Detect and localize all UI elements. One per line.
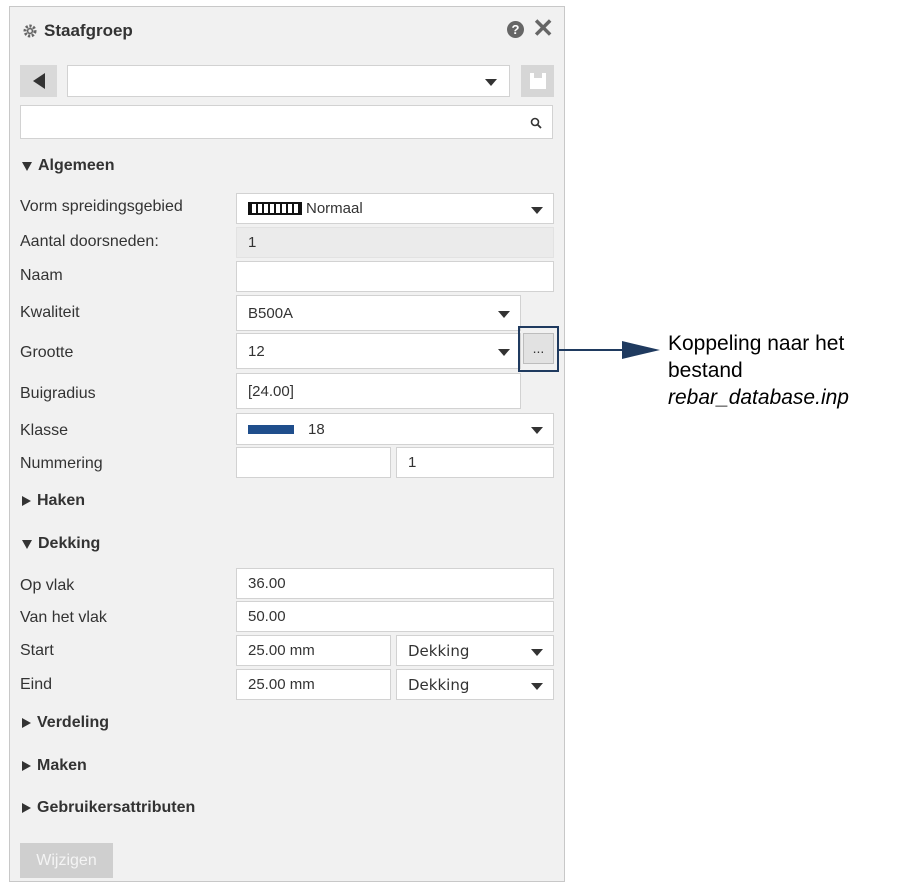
- section-gebruikersattributen[interactable]: Gebruikersattributen: [22, 799, 195, 817]
- kwaliteit-value: B500A: [248, 304, 294, 322]
- grootte-value: 12: [248, 342, 265, 360]
- nummering-label: Nummering: [20, 455, 103, 472]
- section-algemeen-label: Algemeen: [38, 157, 115, 174]
- section-verdeling[interactable]: Verdeling: [22, 714, 109, 732]
- eind-label: Eind: [20, 676, 53, 693]
- start-input[interactable]: 25.00 mm: [236, 635, 391, 666]
- section-gebruikersattributen-label: Gebruikersattributen: [37, 799, 196, 816]
- klasse-color-swatch: [248, 424, 294, 434]
- collapsed-arrow-icon: [22, 718, 31, 728]
- op-vlak-value: 36.00: [248, 575, 286, 592]
- aantal-label: Aantal doorsneden:: [20, 233, 159, 250]
- save-button[interactable]: [521, 65, 554, 97]
- triangle-left-icon: [32, 73, 45, 89]
- van-vlak-label: Van het vlak: [20, 609, 107, 626]
- chevron-down-icon: [531, 207, 543, 214]
- buigradius-value: [24.00]: [248, 382, 294, 400]
- section-maken[interactable]: Maken: [22, 757, 87, 775]
- close-icon[interactable]: ✕: [532, 15, 554, 41]
- kwaliteit-label: Kwaliteit: [20, 304, 80, 321]
- back-button[interactable]: [20, 65, 57, 97]
- expanded-arrow-icon: [22, 539, 32, 549]
- chevron-down-icon: [531, 427, 543, 434]
- vorm-dropdown[interactable]: Normaal: [236, 193, 554, 224]
- eind-type-value: Dekking: [408, 675, 470, 694]
- op-vlak-input[interactable]: 36.00: [236, 568, 554, 599]
- grootte-label: Grootte: [20, 344, 74, 361]
- vorm-label: Vorm spreidingsgebied: [20, 198, 183, 215]
- van-vlak-value: 50.00: [248, 608, 286, 625]
- section-dekking-label: Dekking: [38, 535, 101, 552]
- floppy-icon: [529, 73, 546, 89]
- buigradius-label: Buigradius: [20, 385, 96, 402]
- nummering-prefix-input[interactable]: [236, 447, 391, 478]
- naam-label: Naam: [20, 267, 63, 284]
- search-input[interactable]: [20, 105, 553, 139]
- section-algemeen[interactable]: Algemeen: [22, 157, 114, 175]
- klasse-dropdown[interactable]: 18: [236, 413, 554, 445]
- collapsed-arrow-icon: [22, 803, 31, 813]
- start-type-dropdown[interactable]: Dekking: [396, 635, 554, 666]
- collapsed-arrow-icon: [22, 496, 31, 506]
- section-haken[interactable]: Haken: [22, 492, 85, 510]
- chevron-down-icon: [498, 311, 510, 318]
- start-label: Start: [20, 642, 54, 659]
- chevron-down-icon: [485, 79, 497, 86]
- preset-dropdown[interactable]: [67, 65, 510, 97]
- grootte-dropdown[interactable]: 12: [236, 333, 521, 369]
- panel-title: Staafgroep: [44, 21, 133, 40]
- gear-icon: [23, 24, 37, 38]
- van-vlak-input[interactable]: 50.00: [236, 601, 554, 632]
- naam-input[interactable]: [236, 261, 554, 292]
- op-vlak-label: Op vlak: [20, 577, 75, 594]
- help-icon[interactable]: ?: [507, 21, 524, 38]
- section-haken-label: Haken: [37, 492, 86, 509]
- panel-header: Staafgroep: [22, 21, 133, 41]
- eind-input[interactable]: 25.00 mm: [236, 669, 391, 700]
- expanded-arrow-icon: [22, 161, 32, 171]
- nummering-start-input[interactable]: 1: [396, 447, 554, 478]
- klasse-label: Klasse: [20, 422, 69, 439]
- vorm-value: Normaal: [306, 200, 363, 217]
- collapsed-arrow-icon: [22, 761, 31, 771]
- chevron-down-icon: [531, 683, 543, 690]
- wijzigen-button[interactable]: Wijzigen: [20, 843, 113, 878]
- chevron-down-icon: [531, 649, 543, 656]
- section-verdeling-label: Verdeling: [37, 714, 110, 731]
- spread-pattern-icon: [248, 202, 302, 215]
- kwaliteit-dropdown[interactable]: B500A: [236, 295, 521, 331]
- chevron-down-icon: [498, 349, 510, 356]
- callout-line-2: bestand: [668, 359, 743, 382]
- section-maken-label: Maken: [37, 757, 87, 774]
- ellipsis-button[interactable]: ...: [523, 333, 554, 364]
- nummering-start-value: 1: [408, 454, 417, 471]
- search-icon: [530, 117, 542, 129]
- callout-text: Koppeling naar het bestand rebar_databas…: [668, 330, 849, 411]
- eind-value: 25.00 mm: [248, 676, 315, 693]
- start-value: 25.00 mm: [248, 642, 315, 659]
- callout-line-3: rebar_database.inp: [668, 386, 849, 409]
- start-type-value: Dekking: [408, 641, 470, 660]
- aantal-value: 1: [248, 234, 257, 251]
- callout-line-1: Koppeling naar het: [668, 332, 845, 355]
- klasse-value: 18: [308, 420, 325, 438]
- staafgroep-panel: Staafgroep ? ✕ Algemeen Vorm spreidingsg…: [9, 6, 565, 882]
- callout-arrow: [558, 341, 660, 359]
- aantal-field: 1: [236, 227, 554, 258]
- eind-type-dropdown[interactable]: Dekking: [396, 669, 554, 700]
- buigradius-input[interactable]: [24.00]: [236, 373, 521, 409]
- section-dekking[interactable]: Dekking: [22, 535, 100, 553]
